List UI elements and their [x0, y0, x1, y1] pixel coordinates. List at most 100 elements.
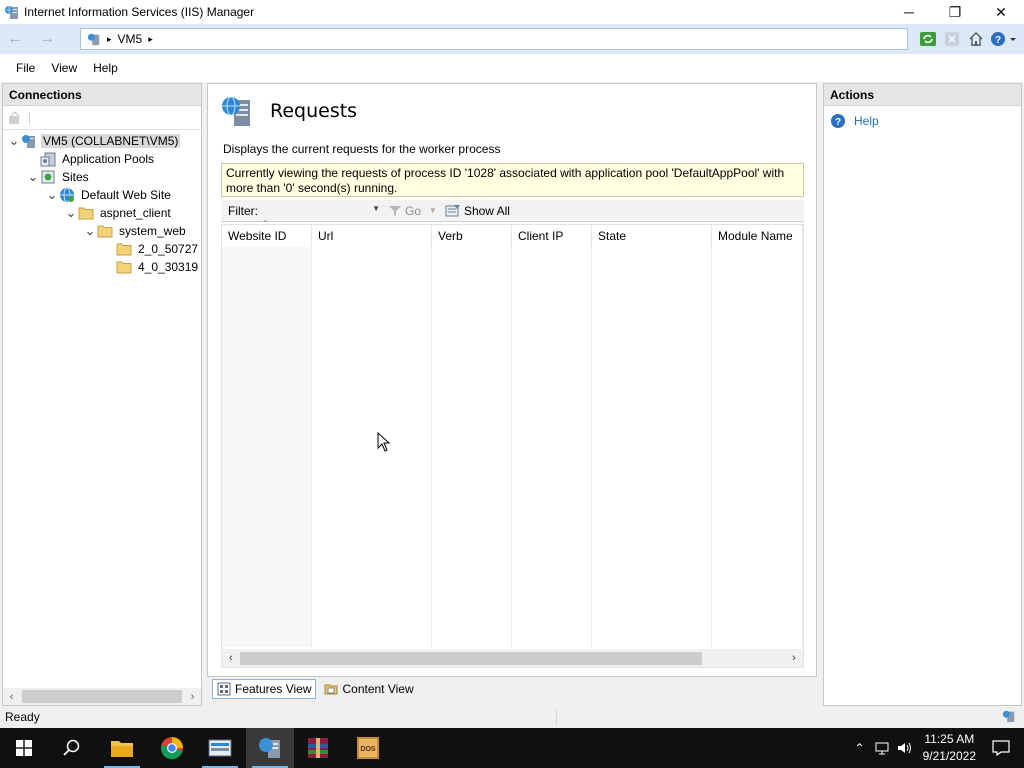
svg-text:?: ? — [995, 35, 1001, 46]
home-icon[interactable] — [966, 29, 986, 49]
requests-grid: Website ID ⌃ Url Verb Client IP State Module N… — [221, 219, 804, 668]
requests-page-icon — [222, 96, 250, 126]
close-button[interactable]: ✕ — [978, 0, 1024, 24]
content-area: Connections ⌄ VM5 (COLLABNET\VM5) Applicat… — [0, 82, 1024, 706]
restore-button[interactable]: ❐ — [932, 0, 978, 24]
address-bar[interactable]: ▸ VM5 ▸ — [80, 28, 908, 50]
column-header-verb[interactable]: Verb — [432, 225, 512, 247]
minimize-button[interactable]: ─ — [886, 0, 932, 24]
show-hidden-icons-icon[interactable]: ⌃ — [855, 741, 865, 755]
tree-node-label[interactable]: 4_0_30319 — [136, 260, 200, 274]
tab-features-view[interactable]: Features View — [212, 679, 317, 699]
back-button[interactable]: ← — [4, 29, 26, 49]
column-header-client-ip[interactable]: Client IP — [512, 225, 592, 247]
breadcrumb-separator-icon[interactable]: ▸ — [148, 34, 153, 45]
chevron-down-icon[interactable]: ▼ — [429, 206, 437, 215]
scroll-left-icon[interactable]: ‹ — [222, 652, 240, 664]
scroll-right-icon[interactable]: › — [785, 652, 803, 664]
actions-header: Actions — [824, 84, 1021, 106]
column-header-label: Client IP — [518, 229, 564, 243]
column-header-state[interactable]: State — [592, 225, 712, 247]
window-title: Internet Information Services (IIS) Mana… — [24, 5, 255, 19]
tree-node-label[interactable]: VM5 (COLLABNET\VM5) — [41, 134, 181, 148]
iis-manager-icon — [259, 738, 280, 758]
chrome-button[interactable] — [148, 728, 196, 768]
tree-node[interactable]: ⌄ Sites — [3, 168, 201, 186]
features-view-icon — [217, 682, 231, 696]
network-icon[interactable] — [875, 741, 891, 755]
search-button[interactable] — [48, 728, 96, 768]
tree-node-label[interactable]: Application Pools — [60, 152, 156, 166]
folder-icon — [97, 223, 113, 239]
grid-hscrollbar[interactable]: ‹ › — [222, 649, 803, 667]
system-tray: ⌃ 11:25 AM 9/21/2022 — [855, 728, 1024, 768]
tree-node-label[interactable]: Default Web Site — [79, 188, 173, 202]
connect-icon[interactable] — [7, 110, 23, 126]
server-manager-button[interactable] — [196, 728, 244, 768]
notifications-icon[interactable] — [992, 740, 1010, 756]
column-header-url[interactable]: Url — [312, 225, 432, 247]
scroll-right-icon[interactable]: › — [184, 691, 201, 703]
menu-help[interactable]: Help — [85, 61, 126, 75]
scroll-thumb[interactable] — [240, 651, 702, 665]
tree-node[interactable]: ⌄ VM5 (COLLABNET\VM5) — [3, 132, 201, 150]
start-button[interactable] — [0, 728, 48, 768]
column-header-label: Website ID — [228, 229, 287, 243]
scroll-left-icon[interactable]: ‹ — [3, 691, 20, 703]
tree-node[interactable]: 4_0_30319 — [3, 258, 201, 276]
refresh-icon[interactable] — [918, 29, 938, 49]
column-header-label: Url — [318, 229, 334, 243]
archive-icon — [308, 738, 328, 758]
connections-hscrollbar[interactable]: ‹ › — [3, 688, 201, 705]
volume-icon[interactable] — [897, 741, 913, 755]
iis-manager-taskbar-button[interactable] — [246, 728, 294, 768]
clock[interactable]: 11:25 AM 9/21/2022 — [923, 731, 976, 765]
tree-node-label[interactable]: system_web — [117, 224, 188, 238]
tree-node[interactable]: ⌄ system_web — [3, 222, 201, 240]
page-title: Requests — [270, 100, 358, 122]
info-message-line2: more than '0' second(s) running. — [226, 181, 398, 195]
chevron-down-icon[interactable]: ▼ — [372, 204, 380, 213]
tree-node[interactable]: ⌄ aspnet_client — [3, 204, 201, 222]
tree-node-label[interactable]: 2_0_50727 — [136, 242, 200, 256]
dosbox-button[interactable]: DOS — [344, 728, 392, 768]
stop-icon[interactable] — [942, 29, 962, 49]
folder-icon — [116, 241, 132, 257]
application-pools-icon — [40, 151, 56, 167]
collapse-chevron-icon[interactable]: ⌄ — [64, 206, 78, 220]
column-header-website-id[interactable]: Website ID ⌃ — [222, 219, 312, 247]
tree-node-label[interactable]: Sites — [60, 170, 91, 184]
taskbar: DOS ⌃ 11:25 AM 9/21/2022 — [0, 728, 1024, 768]
action-help[interactable]: ? Help — [824, 111, 1021, 131]
tree-node[interactable]: Application Pools — [3, 150, 201, 168]
actions-panel: Actions ? Help — [823, 83, 1022, 706]
winrar-button[interactable] — [294, 728, 342, 768]
globe-icon — [59, 187, 75, 203]
view-tabs: Features View Content View — [212, 679, 418, 703]
collapse-chevron-icon[interactable]: ⌄ — [45, 188, 59, 202]
folder-icon — [116, 259, 132, 275]
forward-button[interactable]: → — [36, 29, 58, 49]
menu-view[interactable]: View — [43, 61, 85, 75]
menu-file[interactable]: File — [8, 61, 43, 75]
sort-ascending-icon: ⌃ — [262, 219, 269, 228]
file-explorer-button[interactable] — [98, 728, 146, 768]
chrome-icon — [160, 737, 183, 760]
column-header-module-name[interactable]: Module Name — [712, 225, 803, 247]
show-all-button[interactable]: Show All — [445, 204, 510, 218]
help-dropdown-icon[interactable]: ? — [990, 29, 1018, 49]
tree-node[interactable]: 2_0_50727 — [3, 240, 201, 258]
filter-input[interactable]: ▼ — [262, 201, 382, 220]
tree-node[interactable]: ⌄ Default Web Site — [3, 186, 201, 204]
tree-node-label[interactable]: aspnet_client — [98, 206, 173, 220]
breadcrumb-vm5[interactable]: VM5 — [118, 32, 143, 46]
collapse-chevron-icon[interactable]: ⌄ — [26, 170, 40, 184]
action-help-label[interactable]: Help — [854, 114, 879, 128]
breadcrumb-separator-icon[interactable]: ▸ — [107, 34, 112, 45]
collapse-chevron-icon[interactable]: ⌄ — [7, 134, 21, 148]
go-button[interactable]: Go ▼ — [388, 204, 437, 218]
collapse-chevron-icon[interactable]: ⌄ — [83, 224, 97, 238]
scroll-thumb[interactable] — [22, 690, 182, 703]
grid-column — [592, 247, 712, 647]
tab-content-view[interactable]: Content View — [320, 679, 417, 699]
